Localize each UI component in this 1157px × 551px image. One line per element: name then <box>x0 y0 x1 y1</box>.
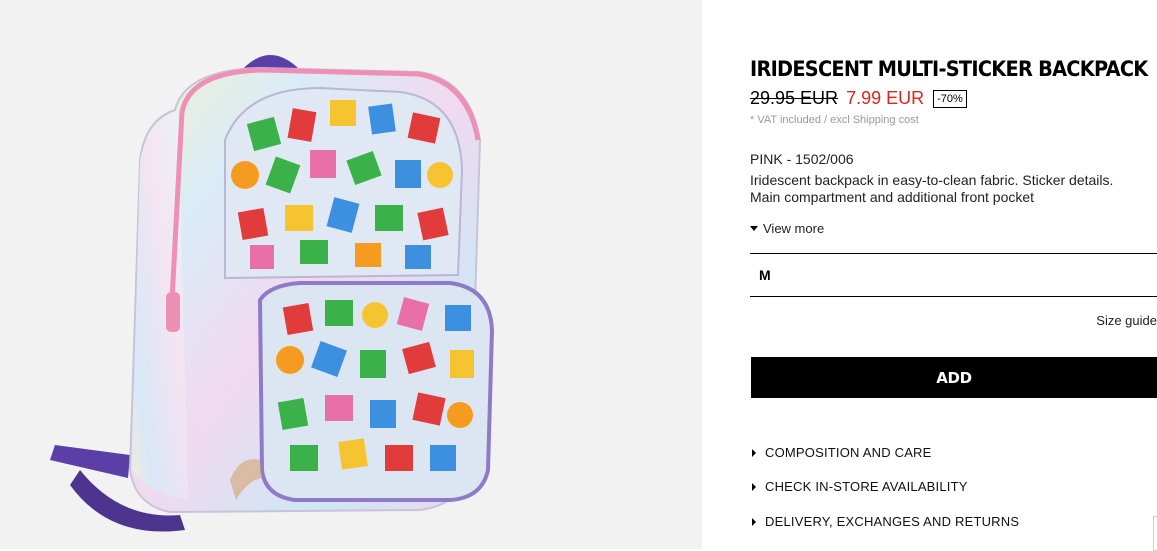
accordion-label: DELIVERY, EXCHANGES AND RETURNS <box>765 514 1020 529</box>
accordion-label: CHECK IN-STORE AVAILABILITY <box>765 479 968 494</box>
size-guide-link[interactable]: Size guide <box>1096 313 1157 328</box>
accordion-store-availability[interactable]: CHECK IN-STORE AVAILABILITY <box>750 479 968 494</box>
accordion-delivery-returns[interactable]: DELIVERY, EXCHANGES AND RETURNS <box>750 514 1019 529</box>
vat-note: * VAT included / excl Shipping cost <box>750 114 919 126</box>
view-more-label: View more <box>763 221 825 236</box>
product-title: IRIDESCENT MULTI-STICKER BACKPACK <box>750 57 1148 81</box>
product-image-panel[interactable] <box>0 0 702 549</box>
accordion-label: COMPOSITION AND CARE <box>765 445 932 460</box>
add-to-cart-button[interactable]: ADD <box>751 357 1157 398</box>
accordion-composition-care[interactable]: COMPOSITION AND CARE <box>750 445 932 460</box>
selected-size: M <box>759 267 771 283</box>
color-reference: PINK - 1502/006 <box>750 151 854 167</box>
caret-down-icon <box>750 226 758 231</box>
sale-price: 7.99 EUR <box>846 88 925 108</box>
view-more-toggle[interactable]: View more <box>750 221 824 236</box>
caret-right-icon <box>752 448 756 457</box>
product-image-backpack <box>50 55 495 532</box>
old-price: 29.95 EUR <box>750 88 839 108</box>
discount-badge: -70% <box>933 89 967 108</box>
product-info-panel: IRIDESCENT MULTI-STICKER BACKPACK 29.95 … <box>750 0 1157 549</box>
size-selector[interactable]: M <box>750 253 1157 297</box>
product-description: Iridescent backpack in easy-to-clean fab… <box>750 172 1114 205</box>
chat-widget-edge[interactable] <box>1153 516 1157 551</box>
caret-right-icon <box>752 482 756 491</box>
price-row: 29.95 EUR 7.99 EUR -70% <box>750 88 967 109</box>
caret-right-icon <box>752 517 756 526</box>
